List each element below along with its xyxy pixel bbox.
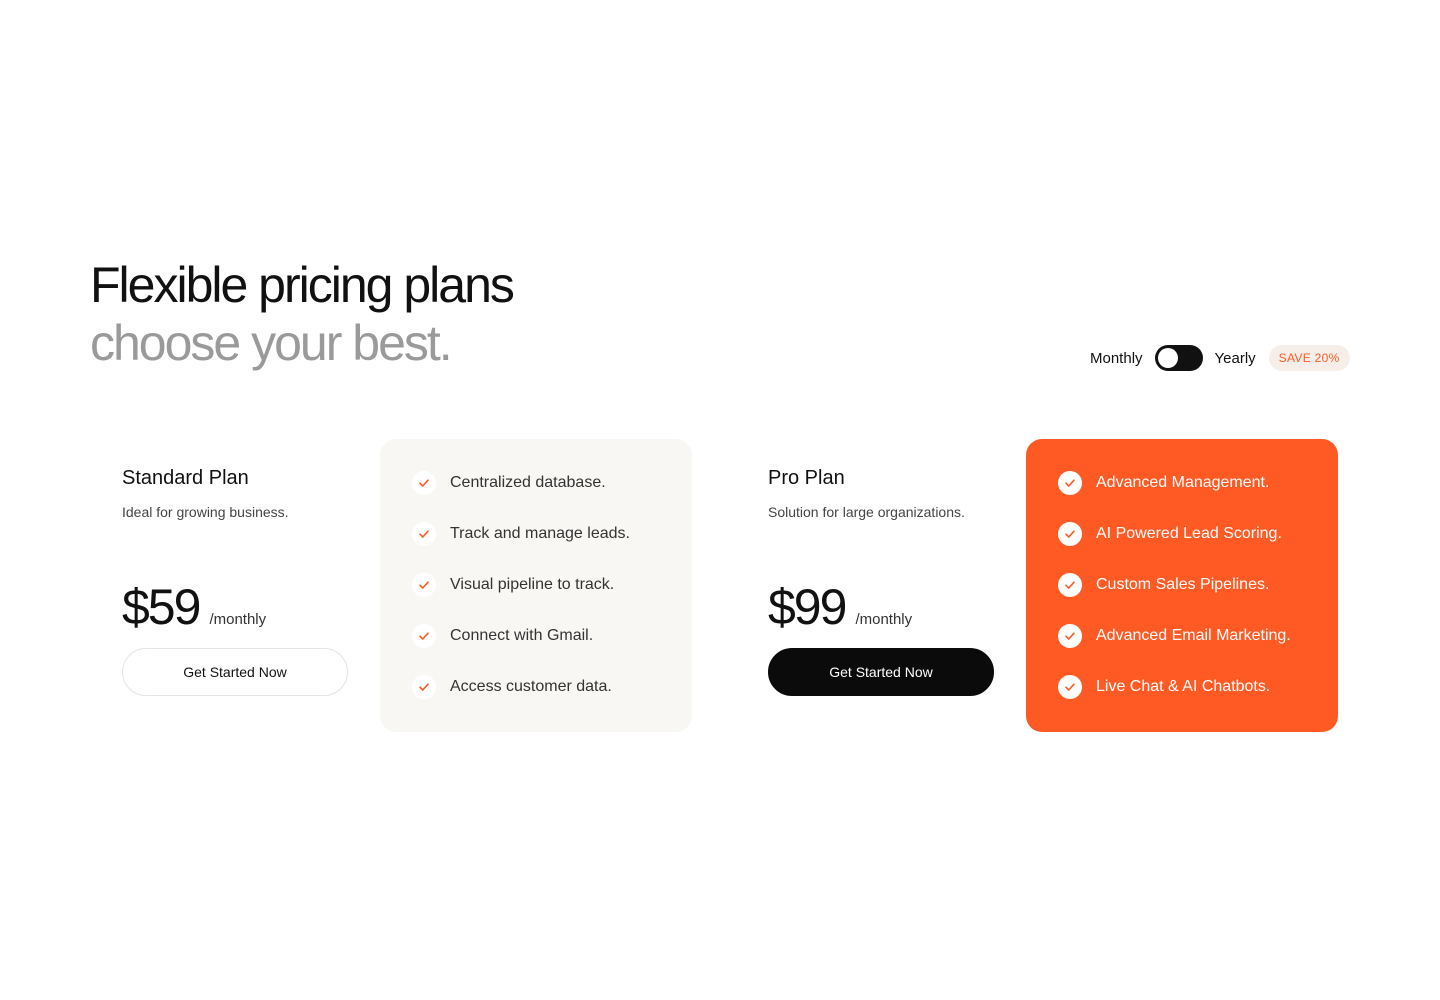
check-icon [1058, 675, 1082, 699]
check-icon [1058, 471, 1082, 495]
plan-description: Solution for large organizations. [768, 504, 965, 520]
check-icon [1058, 624, 1082, 648]
feature-text: Custom Sales Pipelines. [1096, 576, 1270, 593]
feature-item: Centralized database. [412, 471, 692, 495]
feature-text: Centralized database. [450, 474, 606, 491]
pro-features-card: Advanced Management. AI Powered Lead Sco… [1026, 439, 1338, 732]
billing-switch[interactable] [1154, 345, 1203, 371]
check-icon [1058, 573, 1082, 597]
switch-knob [1157, 348, 1178, 368]
yearly-label[interactable]: Yearly [1215, 350, 1256, 367]
feature-item: Live Chat & AI Chatbots. [1058, 675, 1338, 699]
feature-item: Visual pipeline to track. [412, 573, 692, 597]
standard-features-card: Centralized database. Track and manage l… [380, 439, 692, 732]
feature-item: Track and manage leads. [412, 522, 692, 546]
standard-plan-info: Standard Plan Ideal for growing business… [122, 439, 348, 696]
feature-text: Advanced Management. [1096, 474, 1270, 491]
feature-item: Advanced Management. [1058, 471, 1338, 495]
check-icon [1058, 522, 1082, 546]
price-period: /monthly [855, 611, 913, 628]
plan-name: Pro Plan [768, 467, 845, 489]
pro-plan-info: Pro Plan Solution for large organization… [768, 439, 994, 696]
feature-text: Track and manage leads. [450, 525, 630, 542]
save-badge: SAVE 20% [1268, 345, 1350, 371]
check-icon [412, 522, 436, 546]
feature-text: Live Chat & AI Chatbots. [1096, 678, 1271, 695]
check-icon [412, 624, 436, 648]
plan-name: Standard Plan [122, 467, 249, 489]
section-heading: Flexible pricing plans choose your best. [90, 256, 515, 372]
billing-period-toggle: Monthly Yearly SAVE 20% [1090, 344, 1350, 372]
feature-item: Advanced Email Marketing. [1058, 624, 1338, 648]
heading-subtitle: choose your best. [90, 315, 453, 371]
feature-item: Access customer data. [412, 675, 692, 699]
pro-get-started-button[interactable]: Get Started Now [768, 648, 994, 696]
feature-item: Connect with Gmail. [412, 624, 692, 648]
feature-text: Visual pipeline to track. [450, 576, 615, 593]
feature-text: Advanced Email Marketing. [1096, 627, 1291, 644]
check-icon [412, 471, 436, 495]
standard-get-started-button[interactable]: Get Started Now [122, 648, 348, 696]
feature-item: Custom Sales Pipelines. [1058, 573, 1338, 597]
check-icon [412, 675, 436, 699]
check-icon [412, 573, 436, 597]
price-row: $59 /monthly [122, 576, 348, 632]
plan-price: $99 [768, 579, 847, 635]
plan-price: $59 [122, 579, 201, 635]
price-row: $99 /monthly [768, 576, 994, 632]
plan-description: Ideal for growing business. [122, 504, 289, 520]
price-period: /monthly [209, 611, 267, 628]
feature-item: AI Powered Lead Scoring. [1058, 522, 1338, 546]
feature-text: AI Powered Lead Scoring. [1096, 525, 1282, 542]
feature-text: Access customer data. [450, 678, 612, 695]
monthly-label[interactable]: Monthly [1090, 350, 1143, 367]
heading-title: Flexible pricing plans [90, 257, 515, 313]
pricing-section: Flexible pricing plans choose your best.… [0, 0, 1440, 1000]
feature-text: Connect with Gmail. [450, 627, 594, 644]
